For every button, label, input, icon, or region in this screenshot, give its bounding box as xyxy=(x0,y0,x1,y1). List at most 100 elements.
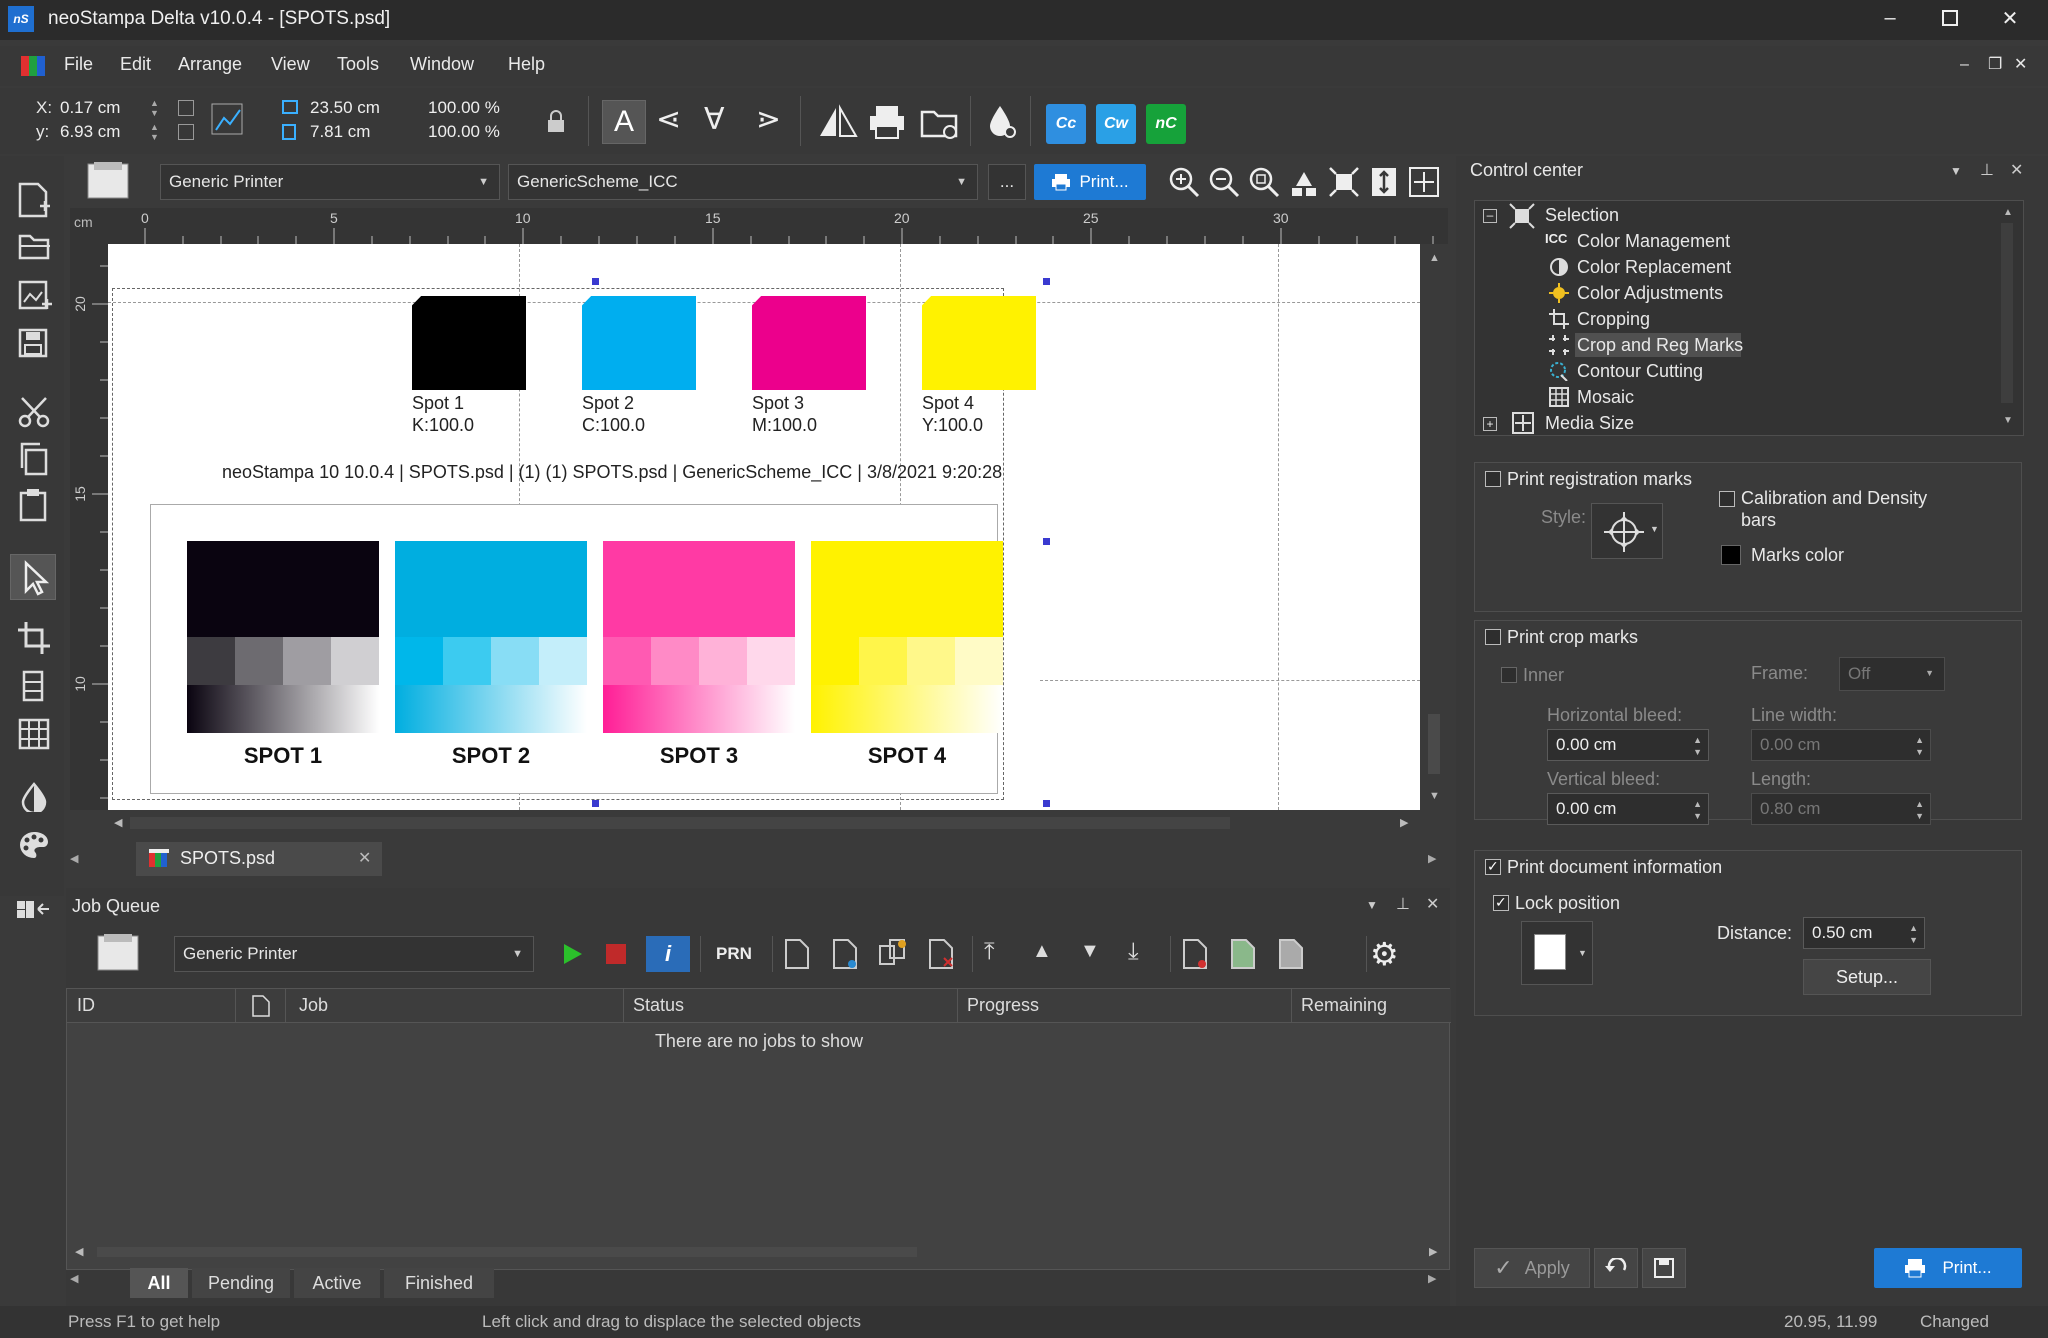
import-image-icon[interactable] xyxy=(18,280,52,312)
document-canvas[interactable]: Spot 1 K:100.0 Spot 2 C:100.0 Spot 3 M:1… xyxy=(108,244,1420,810)
menu-arrange[interactable]: Arrange xyxy=(178,54,242,75)
tree-item-crop-reg-marks[interactable]: Crop and Reg Marks xyxy=(1577,335,1743,356)
minimize-button[interactable]: – xyxy=(1860,0,1920,36)
tree-item-color-management[interactable]: Color Management xyxy=(1577,231,1730,252)
undo-button[interactable] xyxy=(1594,1248,1638,1288)
spinner-icon[interactable]: ▲ ▼ xyxy=(1915,734,1924,758)
color-calibration-icon[interactable]: Cc xyxy=(1046,104,1086,144)
zoom-fit-icon[interactable] xyxy=(1248,166,1280,198)
job-scroll-left-icon[interactable]: ◀ xyxy=(75,1245,83,1258)
align-bottom-icon[interactable]: ∀ xyxy=(704,102,725,137)
height-lock-icon[interactable] xyxy=(178,124,194,140)
zoom-page-icon[interactable] xyxy=(1408,166,1440,198)
move-down-icon[interactable]: ▼ xyxy=(1080,940,1100,963)
job-merge-icon[interactable] xyxy=(878,938,908,970)
spinner-icon[interactable]: ▲ ▼ xyxy=(1693,734,1702,758)
selection-handle[interactable] xyxy=(1043,278,1050,285)
maximize-button[interactable] xyxy=(1920,0,1980,36)
tree-scroll-up-icon[interactable]: ▲ xyxy=(2003,207,2013,218)
palette-icon[interactable] xyxy=(18,830,50,860)
height-field[interactable]: 7.81 cm xyxy=(310,122,370,142)
tree-item-contour-cutting[interactable]: Contour Cutting xyxy=(1577,361,1703,382)
stop-icon[interactable] xyxy=(606,944,626,964)
save-icon[interactable] xyxy=(18,328,48,358)
menu-file[interactable]: File xyxy=(64,54,93,75)
job-import-icon[interactable] xyxy=(1276,938,1306,970)
col-progress[interactable]: Progress xyxy=(967,995,1039,1016)
tree-item-selection[interactable]: Selection xyxy=(1545,205,1619,226)
collapse-selection-icon[interactable]: – xyxy=(1483,209,1497,223)
neo-color-icon[interactable]: nC xyxy=(1146,104,1186,144)
step-repeat-icon[interactable] xyxy=(22,670,46,702)
width-field[interactable]: 23.50 cm xyxy=(310,98,380,118)
paste-icon[interactable] xyxy=(18,488,50,522)
calibration-bars-checkbox[interactable] xyxy=(1719,491,1735,507)
mdi-restore-button[interactable]: ❐ xyxy=(1988,54,2002,74)
col-remaining[interactable]: Remaining xyxy=(1301,995,1387,1016)
ink-drop-icon[interactable] xyxy=(986,104,1016,140)
job-queue-pin-icon[interactable]: ⊥ xyxy=(1396,894,1410,914)
menu-edit[interactable]: Edit xyxy=(120,54,151,75)
move-up-icon[interactable]: ▲ xyxy=(1032,940,1052,963)
folder-icon[interactable] xyxy=(920,104,960,140)
mirror-icon[interactable] xyxy=(818,104,858,140)
tree-item-mosaic[interactable]: Mosaic xyxy=(1577,387,1634,408)
job-export-icon[interactable] xyxy=(1228,938,1258,970)
job-remove-icon[interactable] xyxy=(926,938,956,970)
distance-field[interactable]: 0.50 cm ▲ ▼ xyxy=(1803,917,1925,949)
inner-checkbox[interactable] xyxy=(1501,667,1517,683)
color-workflow-icon[interactable]: Cw xyxy=(1096,104,1136,144)
menu-window[interactable]: Window xyxy=(410,54,474,75)
tree-scrollbar[interactable] xyxy=(2001,223,2013,403)
line-width-field[interactable]: 0.00 cm ▲ ▼ xyxy=(1751,729,1931,761)
y-spinner-icon[interactable]: ▲ ▼ xyxy=(150,122,159,142)
copy-icon[interactable] xyxy=(18,442,50,476)
queue-tab-scroll-right-icon[interactable]: ▶ xyxy=(1428,1272,1436,1285)
tab-all[interactable]: All xyxy=(130,1268,188,1298)
selection-handle[interactable] xyxy=(1043,800,1050,807)
new-document-icon[interactable] xyxy=(18,182,50,218)
play-icon[interactable] xyxy=(558,940,586,968)
tab-spots-psd[interactable]: SPOTS.psd ✕ xyxy=(136,842,382,876)
zoom-selection-icon[interactable] xyxy=(1328,166,1360,198)
print-setup-icon[interactable] xyxy=(868,104,908,140)
selection-handle[interactable] xyxy=(1043,538,1050,545)
tree-item-color-adjustments[interactable]: Color Adjustments xyxy=(1577,283,1723,304)
apply-button[interactable]: ✓ Apply xyxy=(1474,1248,1590,1288)
more-options-button[interactable]: ... xyxy=(988,164,1026,200)
close-tab-icon[interactable]: ✕ xyxy=(358,848,371,868)
x-spinner-icon[interactable]: ▲ ▼ xyxy=(150,98,159,118)
x-position-field[interactable]: 0.17 cm xyxy=(60,98,120,118)
control-center-pin-icon[interactable]: ⊥ xyxy=(1980,160,1994,180)
spinner-icon[interactable]: ▲ ▼ xyxy=(1909,922,1918,946)
col-status[interactable]: Status xyxy=(633,995,684,1016)
job-queue-menu-icon[interactable]: ▼ xyxy=(1366,898,1378,912)
move-top-icon[interactable]: ⤒ xyxy=(984,938,995,966)
tree-item-media-size[interactable]: Media Size xyxy=(1545,413,1634,434)
menu-tools[interactable]: Tools xyxy=(337,54,379,75)
vertical-bleed-field[interactable]: 0.00 cm ▲ ▼ xyxy=(1547,793,1709,825)
tab-scroll-left-icon[interactable]: ◀ xyxy=(70,852,78,865)
file-column-icon[interactable] xyxy=(251,995,271,1017)
select-tool-button[interactable] xyxy=(10,554,56,600)
marks-color-swatch[interactable] xyxy=(1721,545,1741,565)
reg-style-select[interactable]: ▼ xyxy=(1591,503,1663,559)
color-picker-icon[interactable] xyxy=(20,782,48,812)
queue-tab-scroll-left-icon[interactable]: ◀ xyxy=(70,1272,78,1285)
print-doc-info-checkbox[interactable] xyxy=(1485,858,1501,875)
menu-view[interactable]: View xyxy=(271,54,310,75)
job-add-icon[interactable] xyxy=(782,938,812,970)
zoom-objects-icon[interactable] xyxy=(1288,166,1320,198)
expand-media-size-icon[interactable]: + xyxy=(1483,417,1497,431)
grid-tool-icon[interactable] xyxy=(18,718,50,750)
save-settings-button[interactable] xyxy=(1642,1248,1686,1288)
control-center-close-icon[interactable]: ✕ xyxy=(2010,160,2023,180)
align-left-icon[interactable]: ⋖ xyxy=(656,102,681,137)
align-right-icon[interactable]: ⋗ xyxy=(756,102,781,137)
print-crop-marks-checkbox[interactable] xyxy=(1485,629,1501,645)
queue-printer-select[interactable]: Generic Printer ▼ xyxy=(174,936,534,972)
control-center-menu-icon[interactable]: ▼ xyxy=(1950,164,1962,178)
panel-dock-icon[interactable] xyxy=(16,898,50,920)
selection-handle[interactable] xyxy=(592,800,599,807)
crop-tool-icon[interactable] xyxy=(18,622,50,654)
